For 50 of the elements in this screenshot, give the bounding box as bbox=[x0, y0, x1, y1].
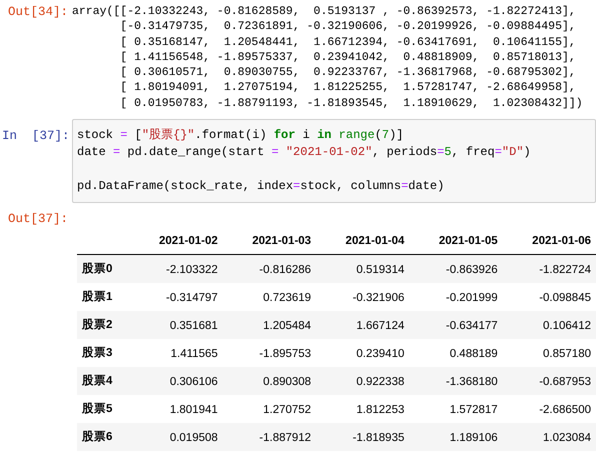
table-cell: 1.411565 bbox=[129, 339, 223, 368]
table-cell: 1.205484 bbox=[222, 311, 316, 340]
table-cell: -0.314797 bbox=[129, 283, 223, 312]
table-cell: 1.572817 bbox=[409, 395, 503, 424]
table-cell: -0.687953 bbox=[502, 367, 596, 396]
table-cell: 0.890308 bbox=[222, 367, 316, 396]
table-cell: 0.306106 bbox=[129, 367, 223, 396]
table-cell: -0.321906 bbox=[316, 283, 410, 312]
output-prompt: Out[34]: bbox=[7, 4, 70, 20]
code-line: pd.DataFrame(stock_rate, index=stock, columns=date) bbox=[77, 178, 446, 196]
table-cell: 1.023084 bbox=[502, 423, 596, 452]
row-index: 股票6 bbox=[77, 423, 130, 452]
table-cell: 0.857180 bbox=[502, 339, 596, 368]
row-index: 股票3 bbox=[77, 339, 130, 368]
table-cell: -0.201999 bbox=[409, 283, 503, 312]
code-cell[interactable]: stock = ["股票{}".format(i) for i in range(7)] date = pd.date_range(start = "2021-01-02", periods=5, freq="D") pd.DataFrame(stock_rate, index=stock, columns=date) bbox=[72, 119, 596, 204]
table-cell: -1.818935 bbox=[316, 423, 410, 452]
table-cell: -0.634177 bbox=[409, 311, 503, 340]
table-cell: -0.098845 bbox=[502, 283, 596, 312]
table-cell: -1.887912 bbox=[222, 423, 316, 452]
table-cell: 0.019508 bbox=[129, 423, 223, 452]
table-cell: -0.863926 bbox=[409, 254, 503, 284]
code-line: date = pd.date_range(start = "2021-01-02", periods=5, freq="D") bbox=[77, 144, 532, 162]
table-cell: -1.822724 bbox=[502, 254, 596, 284]
table-cell: 1.812253 bbox=[316, 395, 410, 424]
row-index: 股票1 bbox=[77, 283, 130, 312]
table-cell: 0.351681 bbox=[129, 311, 223, 340]
table-cell: -2.103322 bbox=[129, 254, 223, 284]
table-cell: -0.816286 bbox=[222, 254, 316, 284]
row-index: 股票4 bbox=[77, 367, 130, 396]
table-cell: 0.239410 bbox=[316, 339, 410, 368]
table-cell: 0.106412 bbox=[502, 311, 596, 340]
input-prompt: In [37]: bbox=[1, 128, 71, 144]
table-cell: -1.895753 bbox=[222, 339, 316, 368]
table-cell: -2.686500 bbox=[502, 395, 596, 424]
table-cell: 0.519314 bbox=[316, 254, 410, 284]
output-prompt: Out[37]: bbox=[7, 211, 70, 228]
array-output: array([[-2.10332243, -0.81628589, 0.5193137 , -0.86392573, -1.82272413], [-0.31479735, 0.72361891, -0.32190606, -0.20199926, -0.09884495], [ 0.35168147, 1.20548441, 1.66712394, -0.63417691, 0.10641155], [ 1.41156548, -1.89575337, 0.23941042, 0.48818909, 0.85718013], [ 0.30610571, 0.89030755, 0.92233767, -1.36817968, -0.68795302], [ 1.80194091, 1.27075194, 1.81225255, 1.57281747, -2.68649958], [ 0.01950783, -1.88791193, -1.81893545, 1.18910629, 1.02308432]]) bbox=[72, 4, 583, 112]
table-cell: 1.801941 bbox=[129, 395, 223, 424]
row-index: 股票0 bbox=[77, 254, 130, 284]
row-index: 股票5 bbox=[77, 395, 130, 424]
table-cell: 0.723619 bbox=[222, 283, 316, 312]
table-cell: -1.368180 bbox=[409, 367, 503, 396]
row-index: 股票2 bbox=[77, 311, 130, 340]
table-cell: 1.270752 bbox=[222, 395, 316, 424]
table-cell: 0.922338 bbox=[316, 367, 410, 396]
table-cell: 1.667124 bbox=[316, 311, 410, 340]
table-cell: 1.189106 bbox=[409, 423, 503, 452]
table-cell: 0.488189 bbox=[409, 339, 503, 368]
code-line: stock = ["股票{}".format(i) for i in range(7)] bbox=[77, 127, 405, 144]
